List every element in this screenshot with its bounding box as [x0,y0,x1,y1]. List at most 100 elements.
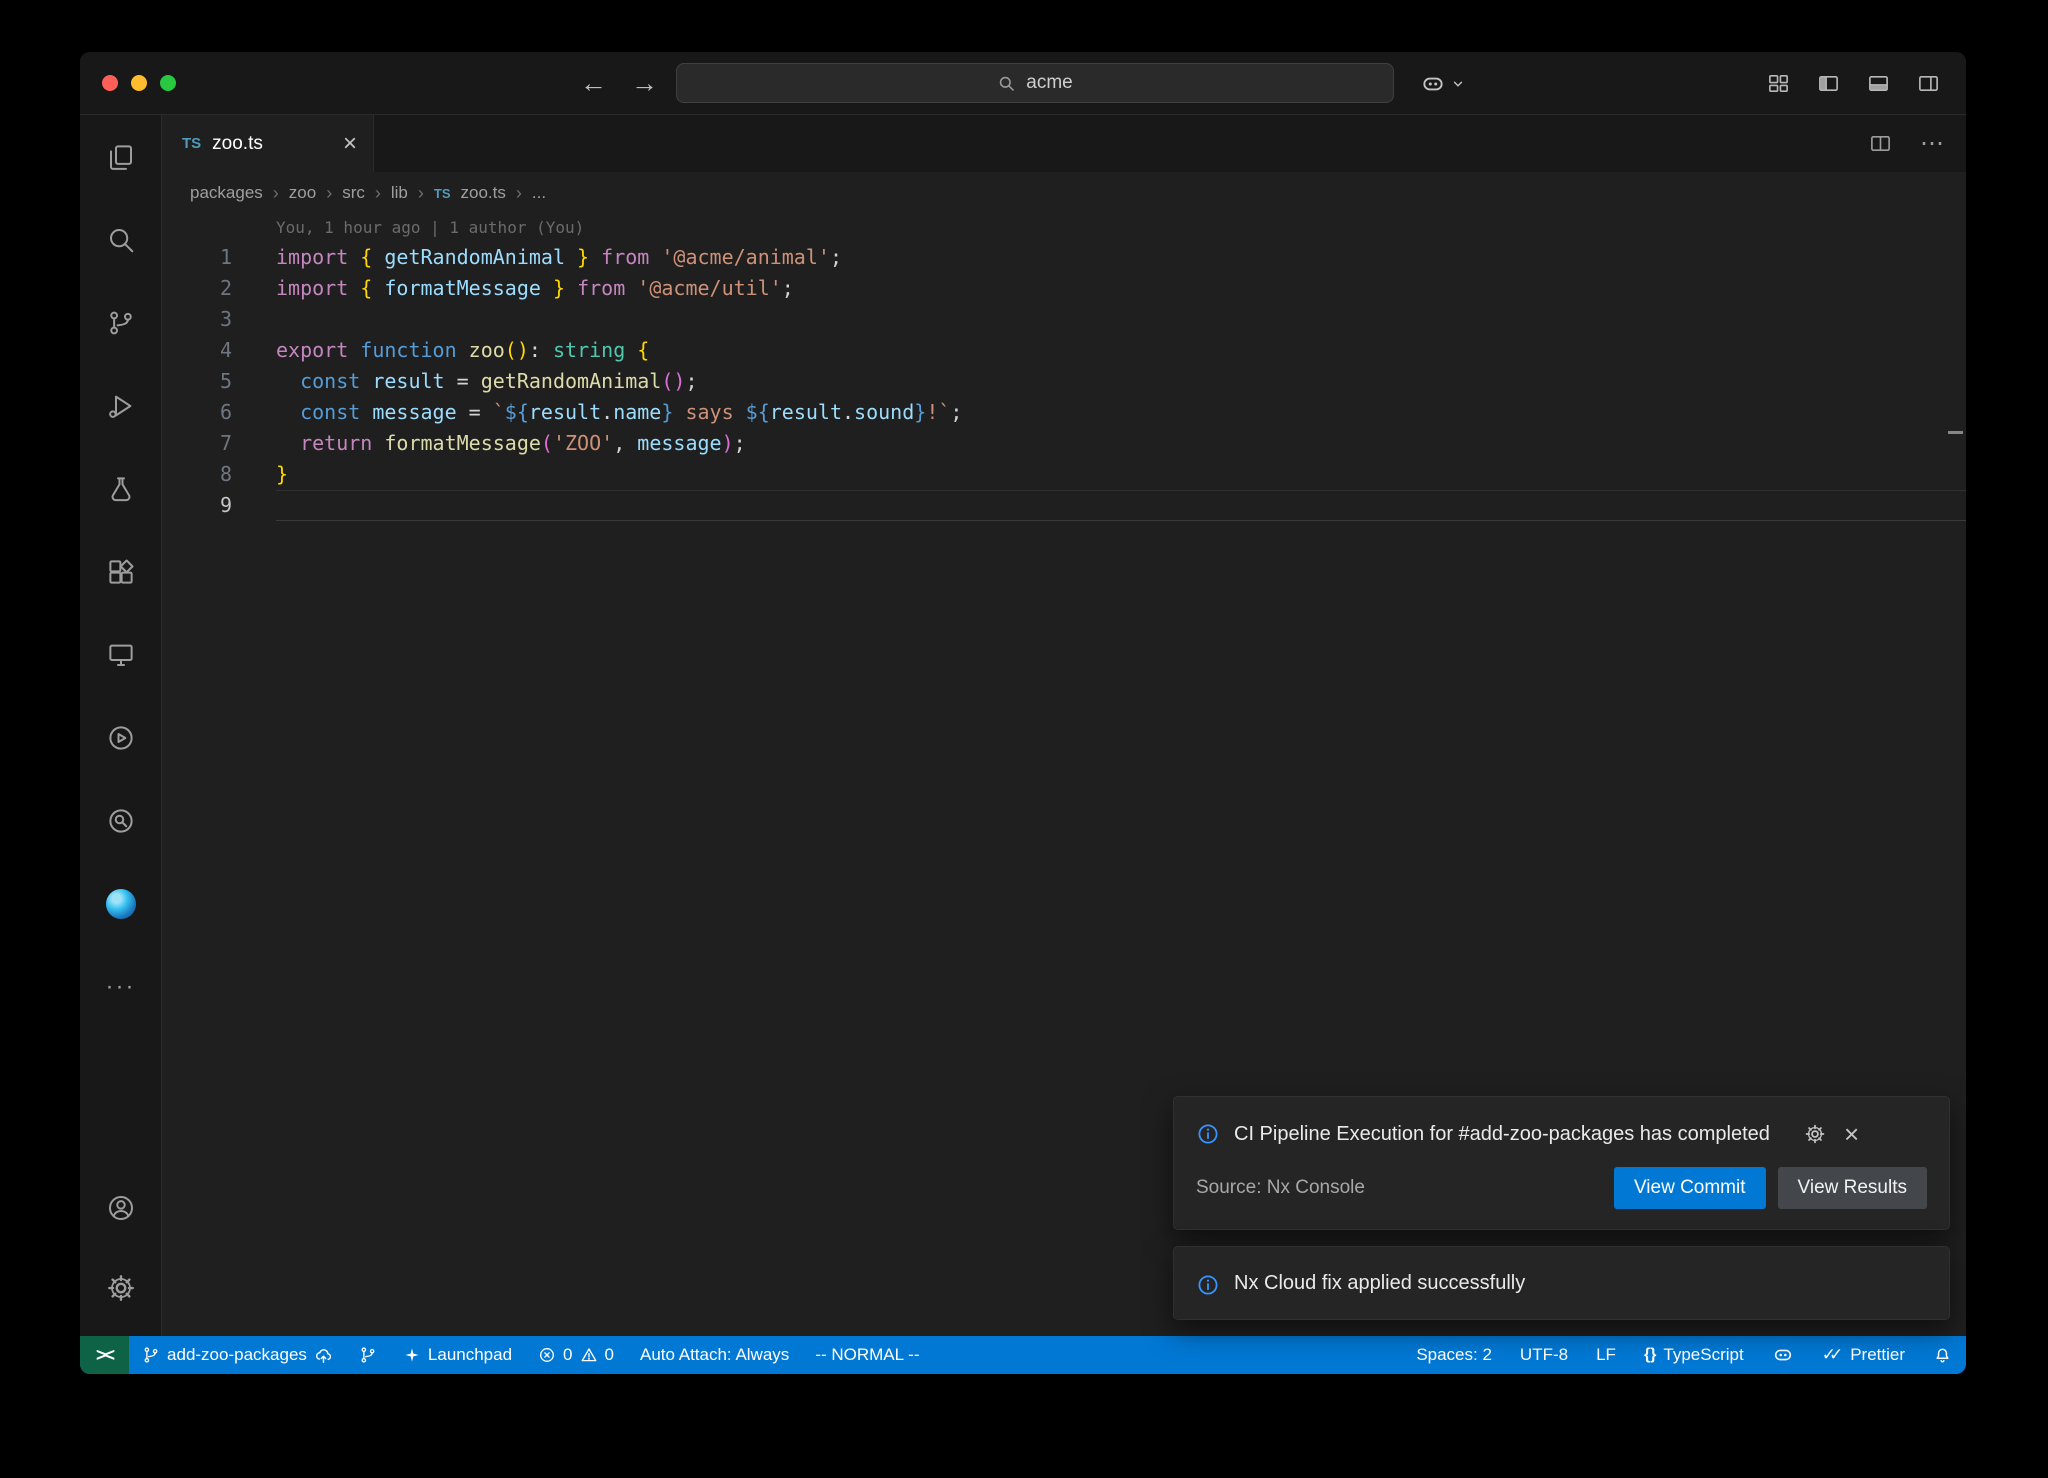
error-icon [538,1346,556,1364]
formatter-indicator[interactable]: ✓✓ Prettier [1808,1336,1919,1374]
code-line-9[interactable]: 9 [162,490,1966,521]
breadcrumb-item[interactable]: lib [391,183,408,203]
branch-indicator[interactable]: add-zoo-packages [129,1336,346,1374]
launchpad-indicator[interactable]: Launchpad [390,1336,525,1374]
language-label: TypeScript [1663,1345,1743,1365]
titlebar: ← → acme [80,52,1966,115]
braces-icon: {} [1644,1346,1656,1364]
warning-icon [580,1346,598,1364]
double-check-icon: ✓✓ [1822,1345,1844,1365]
editor-actions: ⋯ [1869,115,1944,172]
line-number[interactable]: 2 [162,273,232,304]
explorer-icon[interactable] [80,115,162,198]
notification-settings-gear-icon[interactable] [1804,1123,1826,1145]
tab-zoo-ts[interactable]: TS zoo.ts × [162,115,374,172]
language-indicator[interactable]: {} TypeScript [1630,1336,1758,1374]
status-right: Spaces: 2 UTF-8 LF {} TypeScript ✓✓ Pret… [1402,1336,1966,1374]
copilot-icon [1420,71,1446,97]
inspect-icon[interactable] [80,779,162,862]
remote-indicator[interactable]: >< [80,1336,129,1374]
line-content: const message = `${result.name} says ${r… [232,397,962,428]
formatter-label: Prettier [1850,1345,1905,1365]
nx-console-icon[interactable] [80,696,162,779]
zoom-window-button[interactable] [160,75,176,91]
line-content: import { getRandomAnimal } from '@acme/a… [232,242,842,273]
additional-views-icon[interactable]: ··· [80,945,162,1028]
search-icon [997,74,1016,93]
close-window-button[interactable] [102,75,118,91]
source-control-graph-indicator[interactable] [346,1336,390,1374]
toggle-sidebar-right-icon[interactable] [1917,72,1940,95]
auto-attach-indicator[interactable]: Auto Attach: Always [627,1336,802,1374]
view-commit-button[interactable]: View Commit [1614,1167,1766,1209]
remote-explorer-icon[interactable] [80,613,162,696]
copilot-icon [1772,1344,1794,1366]
breadcrumb-item[interactable]: zoo [289,183,316,203]
command-center-search[interactable]: acme [676,63,1394,103]
overview-ruler-marker [1948,431,1963,434]
notification-source: Source: Nx Console [1196,1177,1602,1199]
vscode-window: ← → acme [80,52,1966,1374]
line-number[interactable]: 1 [162,242,232,273]
breadcrumb-more[interactable]: ... [532,183,546,203]
line-content: import { formatMessage } from '@acme/uti… [232,273,794,304]
code-line-2[interactable]: 2import { formatMessage } from '@acme/ut… [162,273,1966,304]
remote-icon: >< [96,1345,113,1366]
copilot-menu-button[interactable] [1420,52,1465,115]
line-number[interactable]: 4 [162,335,232,366]
line-number[interactable]: 3 [162,304,232,335]
forward-icon[interactable]: → [631,70,658,97]
split-editor-icon[interactable] [1869,132,1892,155]
breadcrumb-item[interactable]: packages [190,183,263,203]
breadcrumb-item[interactable]: src [342,183,365,203]
code-line-3[interactable]: 3 [162,304,1966,335]
search-sidebar-icon[interactable] [80,198,162,281]
line-number[interactable]: 8 [162,459,232,490]
customize-layout-icon[interactable] [1767,72,1790,95]
back-icon[interactable]: ← [580,70,607,97]
copilot-status-indicator[interactable] [1758,1336,1808,1374]
line-content: const result = getRandomAnimal(); [232,366,697,397]
notification-center: CI Pipeline Execution for #add-zoo-packa… [1173,1096,1950,1320]
minimize-window-button[interactable] [131,75,147,91]
git-branch-icon [142,1346,160,1364]
code-line-6[interactable]: 6 const message = `${result.name} says $… [162,397,1966,428]
line-number[interactable]: 9 [162,490,232,521]
typescript-file-icon: TS [182,135,201,152]
line-number[interactable]: 6 [162,397,232,428]
breadcrumb-file[interactable]: zoo.ts [461,183,506,203]
toggle-panel-bottom-icon[interactable] [1867,72,1890,95]
line-number[interactable]: 7 [162,428,232,459]
auto-attach-label: Auto Attach: Always [640,1345,789,1365]
eol-indicator[interactable]: LF [1582,1336,1630,1374]
close-notification-icon[interactable]: × [1844,1121,1859,1147]
edge-browser-icon[interactable] [80,862,162,945]
chevron-right-icon: › [418,183,424,204]
typescript-file-icon: TS [434,186,451,201]
account-icon[interactable] [80,1168,162,1248]
more-actions-icon[interactable]: ⋯ [1920,132,1944,156]
line-number[interactable]: 5 [162,366,232,397]
run-debug-icon[interactable] [80,364,162,447]
code-line-8[interactable]: 8} [162,459,1966,490]
encoding-indicator[interactable]: UTF-8 [1506,1336,1582,1374]
line-content: } [232,459,288,490]
notifications-bell[interactable] [1919,1336,1966,1374]
source-control-icon[interactable] [80,281,162,364]
chevron-down-icon [1451,77,1465,91]
settings-gear-icon[interactable] [80,1248,162,1328]
close-tab-icon[interactable]: × [343,132,357,156]
problems-indicator[interactable]: 0 0 [525,1336,627,1374]
code-line-7[interactable]: 7 return formatMessage('ZOO', message); [162,428,1966,459]
view-results-button[interactable]: View Results [1778,1167,1927,1209]
extensions-icon[interactable] [80,530,162,613]
code-line-5[interactable]: 5 const result = getRandomAnimal(); [162,366,1966,397]
code-line-1[interactable]: 1import { getRandomAnimal } from '@acme/… [162,242,1966,273]
launchpad-icon [403,1346,421,1364]
toggle-sidebar-left-icon[interactable] [1817,72,1840,95]
tab-label: zoo.ts [212,133,263,155]
vim-mode-indicator[interactable]: -- NORMAL -- [802,1336,932,1374]
indentation-indicator[interactable]: Spaces: 2 [1402,1336,1506,1374]
testing-icon[interactable] [80,447,162,530]
code-line-4[interactable]: 4export function zoo(): string { [162,335,1966,366]
